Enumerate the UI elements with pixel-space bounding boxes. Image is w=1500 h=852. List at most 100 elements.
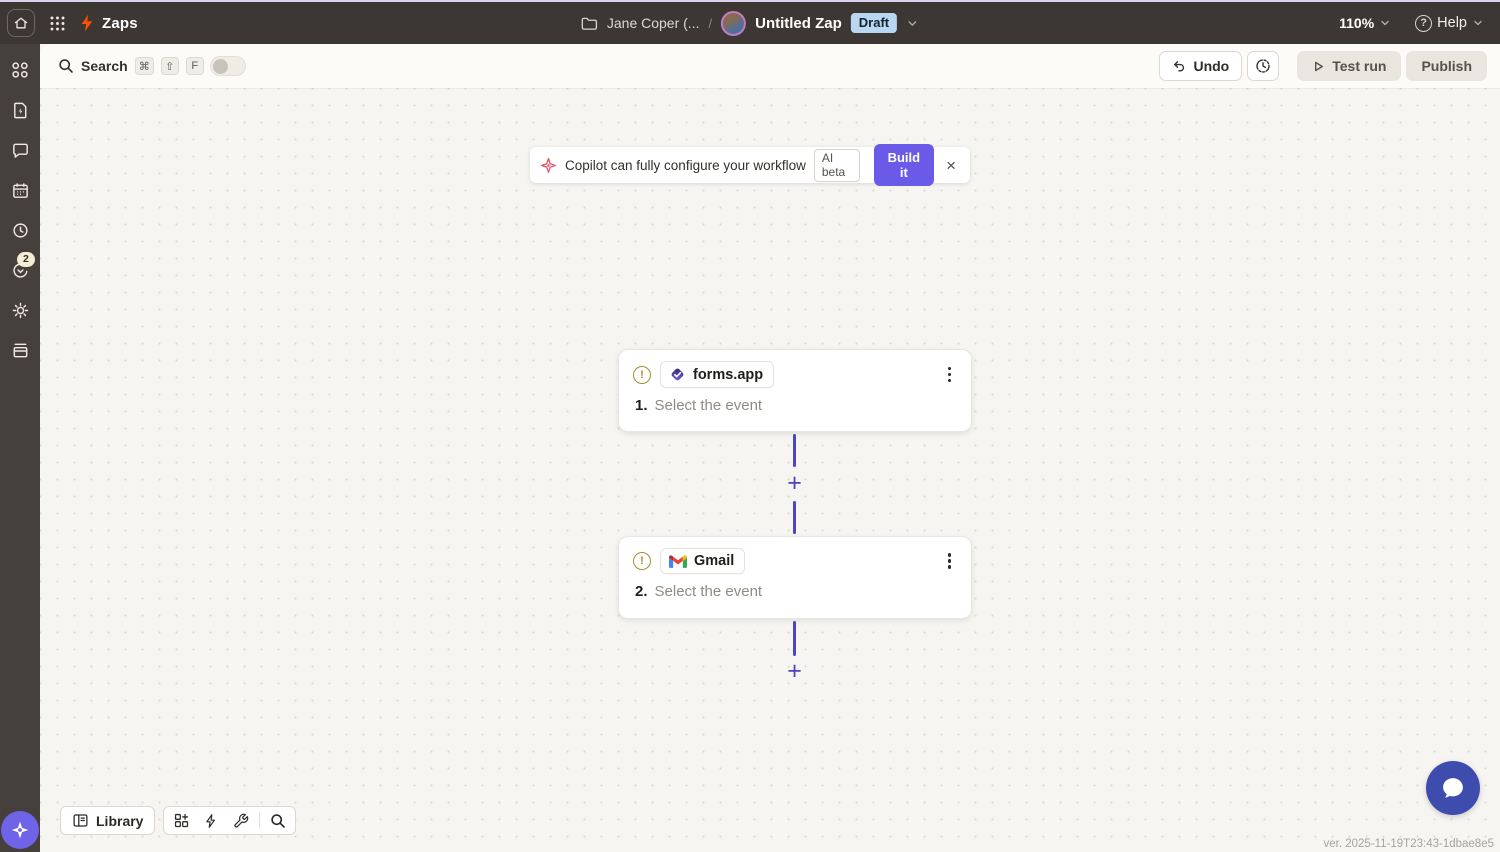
components-icon [10,60,30,80]
zap-bolt-icon [80,14,94,32]
sidebar-item-templates[interactable] [10,100,30,120]
sidebar-item-history[interactable] [10,220,30,240]
help-menu[interactable]: ? Help [1415,14,1484,32]
undo-label: Undo [1193,58,1230,74]
copilot-star-icon [9,819,31,841]
connector-line [793,434,796,467]
calendar-icon [11,181,30,200]
app-selector-formsapp[interactable]: forms.app [660,361,775,388]
wrench-icon [233,813,249,829]
formsapp-logo-icon [669,366,686,383]
add-blocks-button[interactable] [166,807,196,834]
warning-icon: ! [633,365,651,384]
step-menu-button[interactable] [942,549,958,573]
page-title: Zaps [102,14,138,32]
keycap-shift: ⇧ [160,57,179,75]
status-badge: Draft [850,13,898,33]
library-book-icon [72,812,89,829]
avatar[interactable] [721,10,747,36]
chevron-down-icon [1472,17,1484,29]
undo-arrow-icon [1172,59,1186,73]
chat-bubble-icon [1439,774,1467,802]
app-grid-icon [49,15,66,32]
sidebar-item-components[interactable] [10,60,30,80]
home-icon [13,15,29,31]
build-it-button[interactable]: Build it [873,144,935,186]
step-event-placeholder[interactable]: Select the event [655,397,763,414]
editor-content: Search ⌘ ⇧ F Undo Test run Publish Copil… [40,44,1500,852]
help-circle-icon: ? [1415,14,1433,32]
canvas-search-button[interactable] [263,807,293,834]
copilot-banner: Copilot can fully configure your workflo… [530,144,970,186]
editor-toggle[interactable] [209,56,246,76]
publish-button[interactable]: Publish [1406,51,1487,81]
step-card-2[interactable]: ! Gmail 2. Select the event [618,536,972,619]
support-chat-button[interactable] [1426,761,1480,815]
search-icon [58,58,74,74]
keycap-f: F [185,57,204,75]
folder-icon [581,16,598,31]
app-selector-gmail[interactable]: Gmail [660,548,746,574]
home-button[interactable] [7,9,35,37]
step-number: 2. [635,583,648,600]
clock-icon [11,221,30,240]
help-label: Help [1437,15,1467,31]
copilot-button[interactable] [1,811,39,849]
step-event-placeholder[interactable]: Select the event [655,583,763,600]
canvas-bottom-toolbar: Library [60,806,297,835]
gear-icon [11,301,30,320]
connector-line [793,501,796,534]
warning-icon: ! [633,552,651,570]
notification-badge: 2 [17,252,35,267]
close-icon[interactable]: × [942,157,960,174]
step-card-1[interactable]: ! forms.app 1. Select the event [618,349,972,432]
chevron-down-icon[interactable] [906,17,919,30]
quick-actions-button[interactable] [196,807,226,834]
publish-label: Publish [1421,58,1472,74]
chevron-down-icon [1379,17,1391,29]
add-step-button[interactable]: + [781,470,808,497]
add-step-button[interactable]: + [781,658,808,685]
copilot-sparkle-icon [540,157,557,174]
lightning-icon [203,813,219,829]
zoom-level-select[interactable]: 110% [1339,15,1391,31]
canvas-tools-group [163,806,297,835]
gmail-logo-icon [669,554,687,568]
banner-message: Copilot can fully configure your workflo… [565,157,806,173]
document-zap-icon [11,101,30,120]
ai-beta-badge: AI beta [813,148,860,182]
chat-bubble-icon [11,141,30,160]
history-button[interactable] [1247,51,1280,81]
app-name: Gmail [694,553,735,569]
step-number: 1. [635,397,648,414]
undo-button[interactable]: Undo [1159,51,1243,81]
version-text: ver. 2025-11-19T23:43-1dbae8e5 [1323,838,1494,850]
zap-name[interactable]: Untitled Zap [755,15,842,32]
test-run-label: Test run [1332,58,1387,74]
step-menu-button[interactable] [942,363,958,387]
toggle-knob [212,58,228,74]
tray-stack-icon [11,341,30,360]
search-button[interactable]: Search ⌘ ⇧ F [40,57,204,75]
left-sidebar: 2 [0,44,40,852]
workflow-canvas[interactable]: Copilot can fully configure your workflo… [40,88,1500,852]
top-header: Zaps Jane Coper (... / Untitled Zap Draf… [0,2,1500,44]
history-clock-icon [1255,58,1271,74]
sidebar-item-status[interactable]: 2 [10,252,35,280]
keycap-command: ⌘ [134,57,154,75]
library-label: Library [96,812,144,829]
test-run-button[interactable]: Test run [1297,51,1402,81]
sidebar-item-chat[interactable] [10,140,30,160]
zoom-level-value: 110% [1339,15,1375,31]
sidebar-item-schedule[interactable] [10,180,30,200]
app-grid-button[interactable] [49,15,66,32]
breadcrumb-project[interactable]: Jane Coper (... [607,15,700,31]
connector-line [793,621,796,656]
toolbar-divider [259,812,261,829]
blocks-add-icon [173,812,190,829]
tools-button[interactable] [226,807,256,834]
sidebar-item-storage[interactable] [10,340,30,360]
magnifier-icon [270,813,286,829]
library-button[interactable]: Library [60,806,156,835]
sidebar-item-settings[interactable] [10,300,30,320]
